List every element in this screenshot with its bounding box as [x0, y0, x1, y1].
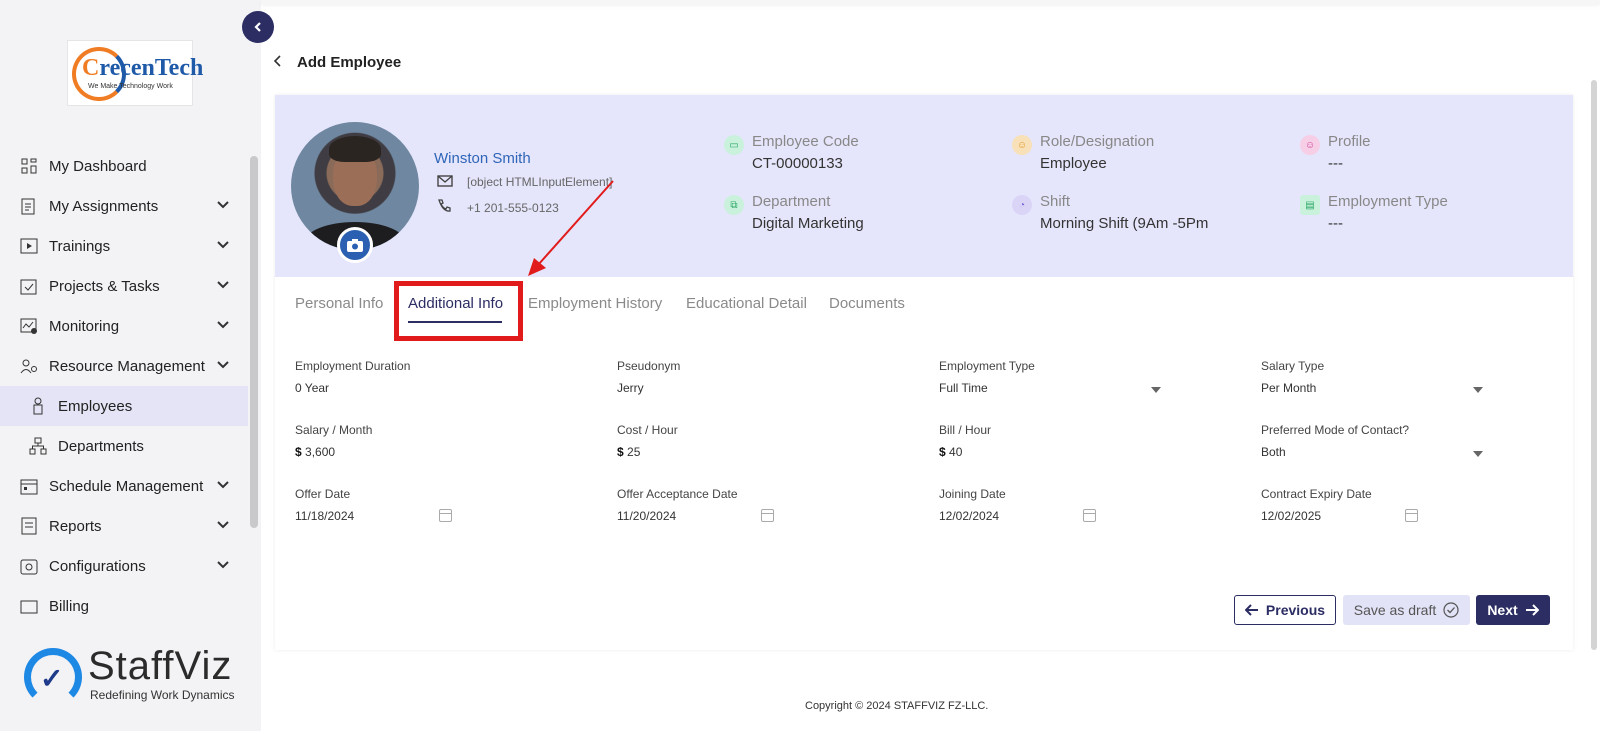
user-badge-icon: ☺ [1012, 135, 1032, 155]
save-draft-button[interactable]: Save as draft [1343, 595, 1470, 625]
report-icon [19, 516, 39, 536]
back-icon[interactable] [273, 54, 283, 71]
sidebar-item-projects-tasks[interactable]: Projects & Tasks [0, 266, 248, 306]
tasks-icon [19, 276, 39, 296]
sidebar: CrecenTech We Make Technology Work My Da… [0, 0, 261, 731]
sidebar-item-resource-management[interactable]: Resource Management [0, 346, 248, 386]
role-info: ☺ Role/Designation Employee [1012, 133, 1154, 172]
sidebar-item-trainings[interactable]: Trainings [0, 226, 248, 266]
offer-date-field[interactable]: Offer Date 11/18/2024 [295, 487, 585, 523]
page-scrollbar[interactable] [1591, 80, 1597, 650]
salary-month-field[interactable]: Salary / Month $ 3,600 [295, 423, 585, 459]
camera-icon [347, 238, 363, 252]
shift-info: ◔ Shift Morning Shift (9Am -5Pm [1012, 193, 1208, 232]
sidebar-item-employees[interactable]: Employees [0, 386, 248, 426]
phone-icon [437, 199, 455, 216]
sidebar-item-schedule-management[interactable]: Schedule Management [0, 466, 248, 506]
employee-email: [object HTMLInputElement] [437, 174, 612, 190]
chevron-down-icon [217, 241, 229, 249]
sidebar-collapse-button[interactable] [242, 11, 274, 43]
employment-duration-field: Employment Duration 0 Year [295, 359, 411, 395]
tab-personal-info[interactable]: Personal Info [295, 295, 383, 312]
config-icon [19, 556, 39, 576]
top-bar [261, 0, 1600, 4]
employee-phone: +1 201-555-0123 [437, 199, 559, 216]
salary-type-select[interactable]: Salary Type Per Month [1261, 359, 1551, 395]
arrow-left-icon [1244, 604, 1258, 616]
camera-upload-button[interactable] [337, 227, 373, 263]
calendar-icon[interactable] [439, 509, 452, 522]
dropdown-arrow-icon [1151, 387, 1161, 393]
cost-hour-field[interactable]: Cost / Hour $ 25 [617, 423, 907, 459]
sidebar-item-billing[interactable]: Billing [0, 586, 248, 618]
mail-icon [437, 174, 455, 190]
sidebar-item-monitoring[interactable]: Monitoring [0, 306, 248, 346]
dropdown-arrow-icon [1473, 387, 1483, 393]
billing-icon [19, 596, 39, 616]
calendar-icon [19, 476, 39, 496]
tab-bar: Personal Info Additional Info Employment… [275, 277, 1573, 341]
org-icon: ⧉ [724, 195, 744, 215]
profile-icon: ☺ [1300, 135, 1320, 155]
chevron-down-icon [217, 521, 229, 529]
employee-name: Winston Smith [434, 150, 531, 167]
check-circle-icon [1443, 602, 1459, 618]
profile-info: ☺ Profile --- [1300, 133, 1371, 172]
chevron-left-icon [254, 22, 261, 32]
calendar-icon[interactable] [1083, 509, 1096, 522]
tab-educational-detail[interactable]: Educational Detail [686, 295, 807, 312]
offer-acceptance-date-field[interactable]: Offer Acceptance Date 11/20/2024 [617, 487, 907, 523]
tab-employment-history[interactable]: Employment History [528, 295, 662, 312]
contract-expiry-date-field[interactable]: Contract Expiry Date 12/02/2025 [1261, 487, 1551, 523]
employment-type-select[interactable]: Employment Type Full Time [939, 359, 1229, 395]
org-icon [28, 436, 48, 456]
person-icon [28, 396, 48, 416]
annotation-highlight-box [394, 281, 523, 341]
arrow-right-icon [1525, 604, 1539, 616]
people-gear-icon [19, 356, 39, 376]
dropdown-arrow-icon [1473, 451, 1483, 457]
pseudonym-field[interactable]: Pseudonym Jerry [617, 359, 907, 395]
calendar-icon[interactable] [761, 509, 774, 522]
staffviz-logo: ✓ StaffViz Redefining Work Dynamics [24, 644, 246, 708]
sidebar-item-my-assignments[interactable]: My Assignments [0, 186, 248, 226]
sidebar-item-configurations[interactable]: Configurations [0, 546, 248, 586]
chevron-down-icon [217, 561, 229, 569]
previous-button[interactable]: Previous [1234, 595, 1336, 625]
clipboard-icon [19, 196, 39, 216]
profile-banner: Winston Smith [object HTMLInputElement] … [275, 95, 1573, 277]
crecentech-logo: CrecenTech We Make Technology Work [67, 40, 203, 106]
bill-hour-field[interactable]: Bill / Hour $ 40 [939, 423, 1229, 459]
chevron-down-icon [217, 481, 229, 489]
chevron-down-icon [217, 321, 229, 329]
calendar-icon[interactable] [1405, 509, 1418, 522]
employee-card: Winston Smith [object HTMLInputElement] … [275, 95, 1573, 650]
joining-date-field[interactable]: Joining Date 12/02/2024 [939, 487, 1229, 523]
footer-copyright: Copyright © 2024 STAFFVIZ FZ-LLC. [805, 700, 989, 712]
employment-type-info: ▤ Employment Type --- [1300, 193, 1448, 232]
tab-documents[interactable]: Documents [829, 295, 905, 312]
sidebar-scrollbar[interactable] [250, 156, 258, 528]
page-header: Add Employee [273, 50, 401, 74]
sidebar-item-departments[interactable]: Departments [0, 426, 248, 466]
id-card-icon: ▤ [1300, 195, 1320, 215]
chevron-down-icon [217, 281, 229, 289]
play-icon [19, 236, 39, 256]
id-card-icon: ▭ [724, 135, 744, 155]
contact-mode-select[interactable]: Preferred Mode of Contact? Both [1261, 423, 1551, 459]
next-button[interactable]: Next [1476, 595, 1550, 625]
monitor-icon [19, 316, 39, 336]
department-info: ⧉ Department Digital Marketing [724, 193, 864, 232]
sidebar-item-reports[interactable]: Reports [0, 506, 248, 546]
sidebar-nav: My Dashboard My Assignments Trainings Pr… [0, 146, 248, 618]
sidebar-item-my-dashboard[interactable]: My Dashboard [0, 146, 248, 186]
chevron-down-icon [217, 201, 229, 209]
clock-icon: ◔ [1012, 195, 1032, 215]
grid-icon [19, 156, 39, 176]
chevron-down-icon [217, 361, 229, 369]
employee-code-info: ▭ Employee Code CT-00000133 [724, 133, 859, 172]
page-title: Add Employee [297, 53, 402, 71]
